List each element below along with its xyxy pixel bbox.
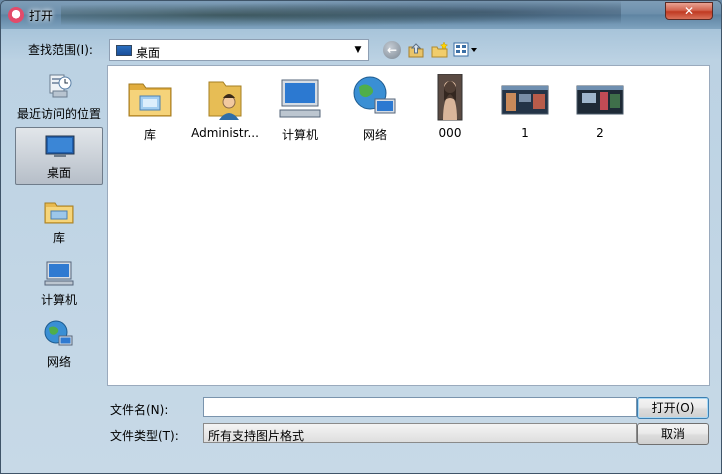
place-network[interactable]: 网络 (15, 317, 103, 375)
user-folder-icon (201, 74, 249, 122)
computer-icon (43, 257, 75, 289)
file-item-computer[interactable]: 计算机 (263, 72, 337, 144)
lookin-value: 桌面 (136, 46, 161, 60)
file-label: 000 (438, 126, 462, 140)
filetype-dropdown[interactable]: 所有支持图片格式 (203, 423, 637, 443)
libraries-icon (126, 74, 174, 122)
app-icon (8, 7, 24, 23)
place-label: 桌面 (46, 166, 71, 180)
file-item-libraries[interactable]: 库 (113, 72, 187, 144)
file-item-administrator[interactable]: Administr... (188, 72, 262, 144)
file-list-view[interactable]: 库 Administr... 计算机 网络 000 1 2 (107, 65, 710, 386)
file-item-1[interactable]: 1 (488, 72, 562, 144)
file-label: Administr... (191, 126, 259, 140)
screenshot-thumbnail (501, 74, 549, 122)
filetype-label: 文件类型(T): (110, 429, 179, 443)
title-bar[interactable]: 打开 ✕ (1, 1, 721, 29)
filename-label: 文件名(N): (110, 403, 169, 417)
open-file-dialog: 打开 ✕ 查找范围(I): 桌面 ▼ ← 最近访问的位置 桌面 库 计算机 网络… (0, 0, 722, 474)
close-button[interactable]: ✕ (665, 2, 713, 20)
new-folder-icon[interactable] (431, 41, 449, 59)
libraries-icon (43, 195, 75, 227)
file-item-000[interactable]: 000 (413, 72, 487, 144)
places-bar: 最近访问的位置 桌面 库 计算机 网络 (11, 65, 107, 385)
file-label: 2 (596, 126, 604, 140)
filename-input[interactable] (203, 397, 637, 417)
place-computer[interactable]: 计算机 (15, 255, 103, 313)
file-label: 1 (521, 126, 529, 140)
file-item-2[interactable]: 2 (563, 72, 637, 144)
place-libraries[interactable]: 库 (15, 193, 103, 251)
network-icon (43, 319, 75, 351)
place-label: 库 (52, 231, 65, 245)
chevron-down-icon[interactable]: ▼ (350, 41, 366, 59)
up-folder-icon[interactable] (407, 41, 425, 59)
desktop-icon (44, 130, 76, 162)
place-recent[interactable]: 最近访问的位置 (15, 69, 103, 127)
place-label: 网络 (46, 355, 71, 369)
back-icon[interactable]: ← (383, 41, 401, 59)
file-label: 网络 (362, 128, 387, 142)
computer-icon (276, 74, 324, 122)
desktop-icon (116, 45, 132, 56)
lookin-label: 查找范围(I): (28, 43, 93, 57)
place-label: 计算机 (40, 293, 77, 307)
view-menu-icon[interactable] (453, 41, 479, 59)
filetype-value: 所有支持图片格式 (208, 429, 305, 443)
open-button[interactable]: 打开(O) (637, 397, 709, 419)
photo-thumbnail (426, 73, 474, 122)
recent-places-icon (43, 71, 75, 103)
file-item-network[interactable]: 网络 (338, 72, 412, 144)
window-title: 打开 (29, 9, 54, 23)
place-desktop[interactable]: 桌面 (15, 127, 103, 185)
cancel-button[interactable]: 取消 (637, 423, 709, 445)
file-label: 库 (143, 128, 156, 142)
title-bar-background (61, 1, 621, 29)
place-label: 最近访问的位置 (16, 107, 101, 121)
lookin-dropdown[interactable]: 桌面 ▼ (109, 39, 369, 61)
screenshot-thumbnail (576, 74, 624, 122)
network-icon (351, 74, 399, 122)
file-label: 计算机 (281, 128, 318, 142)
